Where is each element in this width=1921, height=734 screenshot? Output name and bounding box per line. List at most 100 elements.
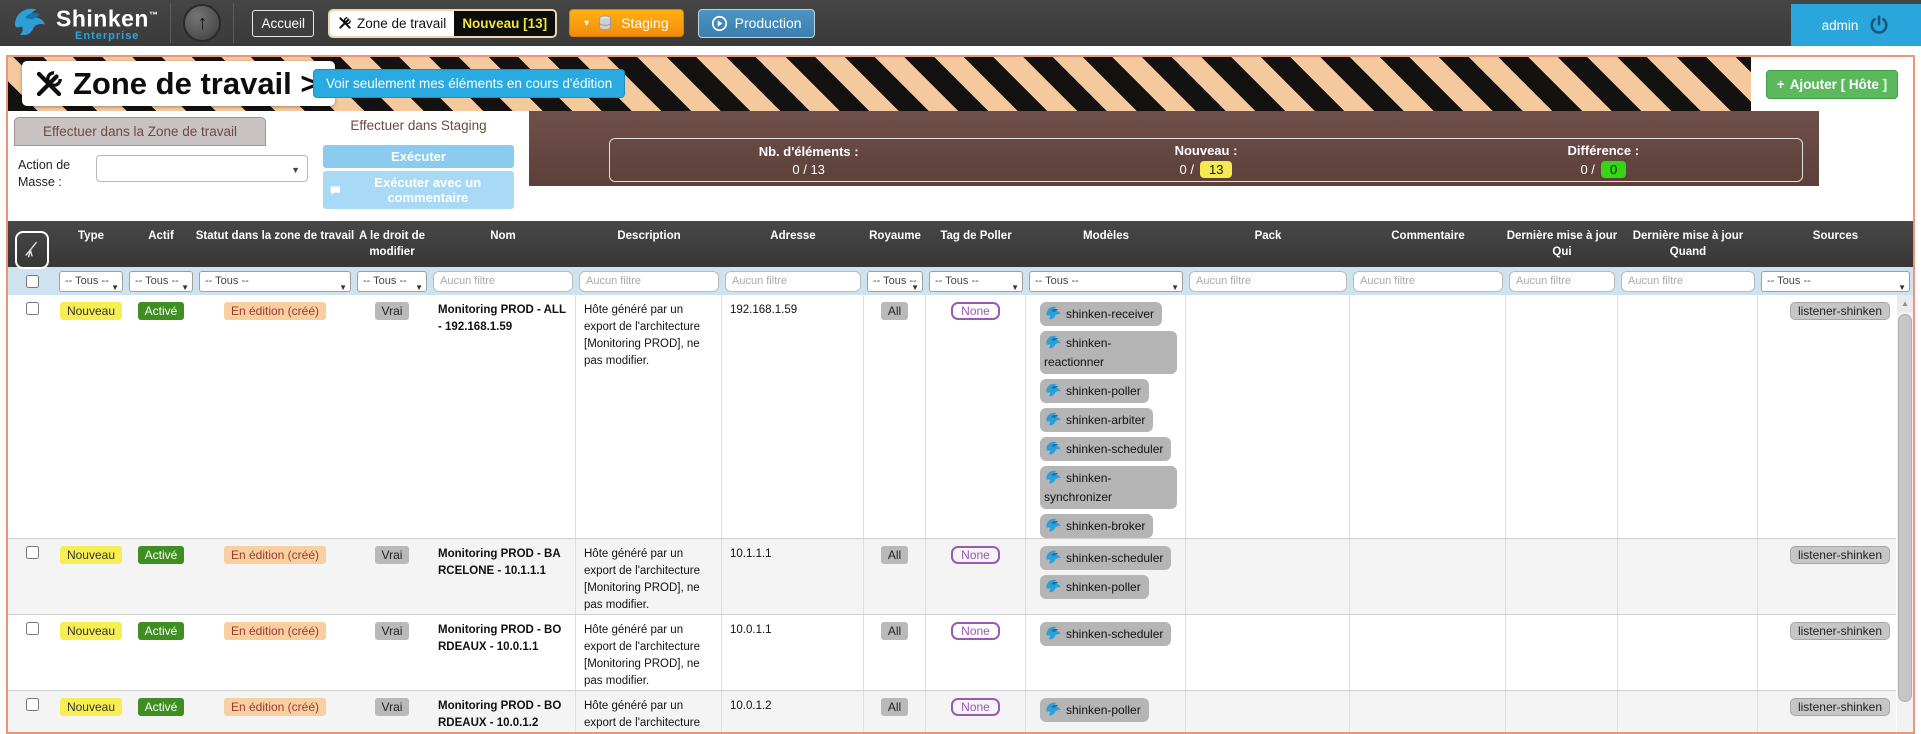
caret-down-icon: ▼ (111, 278, 119, 292)
stats-bar: Nb. d'éléments : 0 / 13 Nouveau : 0 / 13… (529, 111, 1819, 186)
scroll-up-button[interactable]: ▲ (1897, 295, 1913, 312)
filter-select-sources[interactable]: -- Tous --▼ (1761, 271, 1910, 292)
pack-cell (1186, 691, 1350, 734)
filter-input-maj-quand[interactable] (1621, 271, 1755, 292)
host-description: Hôte généré par un export de l'architect… (584, 698, 713, 734)
filter-input-description[interactable] (579, 271, 719, 292)
actif-badge: Activé (138, 622, 185, 640)
execute-comment-button[interactable]: Exécuter avec un commentaire (323, 171, 514, 209)
host-address: 192.168.1.59 (730, 302, 855, 319)
admin-menu[interactable]: admin (1791, 4, 1921, 46)
scroll-up-icon: ▲ (1901, 299, 1909, 308)
caret-down-icon: ▼ (339, 278, 347, 292)
tab-staging[interactable]: Effectuer dans Staging (315, 111, 522, 133)
filter-select-modeles[interactable]: -- Tous --▼ (1029, 271, 1183, 292)
shinken-logo[interactable]: Shinken™ Enterprise (10, 3, 158, 43)
statut-badge: En édition (créé) (224, 622, 326, 640)
maj-quand-cell (1618, 539, 1758, 614)
model-chip: shinken-poller (1040, 698, 1149, 722)
filter-select-actif[interactable]: -- Tous --▼ (129, 271, 193, 292)
workspace-label: Zone de travail (357, 16, 446, 31)
filter-input-commentaire[interactable] (1353, 271, 1503, 292)
row-checkbox[interactable] (26, 546, 39, 559)
column-header-pack: Pack (1186, 221, 1350, 269)
shinken-icon (1044, 700, 1063, 719)
filter-input-pack[interactable] (1189, 271, 1347, 292)
filter-select-tag-poller[interactable]: -- Tous --▼ (929, 271, 1023, 292)
column-header-nom: Nom (430, 221, 576, 269)
filter-select-royaume[interactable]: -- Tous --▼ (867, 271, 923, 292)
host-name: Monitoring PROD - BORDEAUX - 10.0.1.2 (438, 698, 567, 732)
clear-filters-button[interactable] (15, 231, 49, 269)
caret-down-icon: ▼ (1898, 278, 1906, 292)
column-header-description: Description (576, 221, 722, 269)
filter-input-adresse[interactable] (725, 271, 861, 292)
column-header-maj-qui: Dernière mise à jourQui (1506, 221, 1618, 269)
shinken-logo-icon (10, 3, 50, 43)
stat-value: 0 / (1180, 162, 1194, 177)
type-badge: Nouveau (60, 698, 122, 716)
poller-tag-badge: None (951, 622, 1000, 640)
statut-badge: En édition (créé) (224, 698, 326, 716)
actif-badge: Activé (138, 302, 185, 320)
home-button[interactable]: Accueil (252, 10, 314, 37)
model-chip: shinken-broker (1040, 514, 1153, 538)
column-header-type: Type (56, 221, 126, 269)
row-checkbox[interactable] (26, 622, 39, 635)
model-chip: shinken-receiver (1040, 302, 1162, 326)
caret-down-icon: ▾ (584, 18, 589, 29)
droit-badge: Vrai (375, 622, 410, 640)
production-button[interactable]: Production (698, 9, 815, 38)
royaume-badge: All (881, 622, 908, 640)
scroll-thumb[interactable] (1898, 314, 1912, 702)
row-checkbox[interactable] (26, 302, 39, 315)
broom-icon (22, 239, 42, 261)
play-circle-icon (711, 15, 728, 32)
edit-filter-button[interactable]: Voir seulement mes éléments en cours d'é… (313, 69, 625, 98)
tab-workspace[interactable]: Effectuer dans la Zone de travail (14, 117, 266, 146)
caret-down-icon: ▼ (181, 278, 189, 292)
admin-label: admin (1822, 18, 1859, 33)
stat-new: Nouveau : 0 / 13 (1007, 139, 1404, 181)
trademark: ™ (149, 10, 159, 20)
database-icon (597, 15, 613, 31)
model-chip-label: shinken-scheduler (1066, 442, 1163, 456)
power-icon[interactable] (1868, 14, 1890, 36)
model-chip: shinken-reactionner (1040, 331, 1177, 374)
mass-action-select[interactable]: ▼ (96, 155, 308, 182)
column-header-adresse: Adresse (722, 221, 864, 269)
host-description: Hôte généré par un export de l'architect… (584, 546, 713, 614)
tab-staging-panel: Effectuer dans Staging Exécuter Exécuter… (315, 111, 522, 210)
model-chip: shinken-poller (1040, 575, 1149, 599)
add-host-button[interactable]: + Ajouter [ Hôte ] (1766, 70, 1898, 99)
pack-cell (1186, 615, 1350, 690)
droit-badge: Vrai (375, 302, 410, 320)
wrench-icon (338, 16, 352, 30)
shinken-icon (1044, 333, 1063, 352)
staging-button[interactable]: ▾ Staging (569, 9, 684, 37)
filter-select-droit[interactable]: -- Tous --▼ (357, 271, 427, 292)
filter-input-nom[interactable] (433, 271, 573, 292)
commentaire-cell (1350, 691, 1506, 734)
filter-select-type[interactable]: -- Tous --▼ (59, 271, 123, 292)
maj-qui-cell (1506, 539, 1618, 614)
filter-select-statut[interactable]: -- Tous --▼ (199, 271, 351, 292)
vertical-scrollbar[interactable]: ▲ (1897, 295, 1913, 734)
column-header-actif: Actif (126, 221, 196, 269)
stat-label: Nb. d'éléments : (759, 144, 859, 159)
select-all-checkbox[interactable] (26, 275, 39, 288)
execute-comment-label: Exécuter avec un commentaire (348, 175, 508, 205)
execute-button[interactable]: Exécuter (323, 145, 514, 168)
filter-input-maj-qui[interactable] (1509, 271, 1615, 292)
table-row: Nouveau Activé En édition (créé) Vrai Mo… (8, 614, 1896, 690)
scroll-top-button[interactable]: ↑ (183, 4, 221, 42)
model-chip-label: shinken-broker (1066, 519, 1145, 533)
row-checkbox[interactable] (26, 698, 39, 711)
stat-value: 0 / (1580, 162, 1594, 177)
workspace-button[interactable]: Zone de travail Nouveau [13] (328, 9, 557, 38)
diff-count-badge: 0 (1601, 161, 1626, 178)
maj-qui-cell (1506, 295, 1618, 538)
host-address: 10.0.1.2 (730, 698, 855, 715)
maj-quand-cell (1618, 691, 1758, 734)
shinken-icon (1044, 624, 1063, 643)
